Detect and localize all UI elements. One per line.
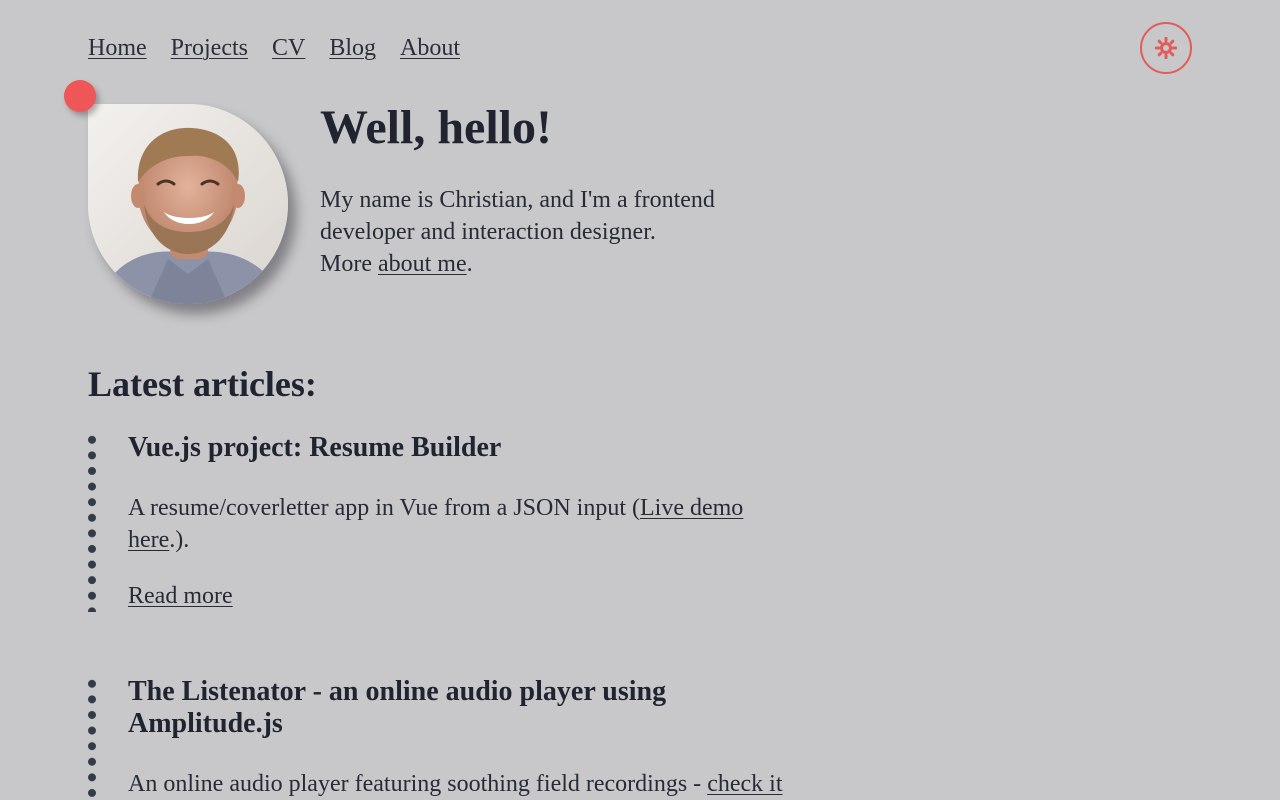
check-it-link[interactable]: check it — [707, 771, 782, 797]
theme-toggle-button[interactable] — [1140, 22, 1192, 74]
more-prefix: More — [320, 251, 378, 277]
avatar-container — [64, 80, 288, 304]
intro-text: My name is Christian, and I'm a frontend… — [320, 184, 740, 280]
article-item: The Listenator - an online audio player … — [88, 676, 808, 800]
article-content: Vue.js project: Resume Builder A resume/… — [128, 432, 808, 612]
article-title: The Listenator - an online audio player … — [128, 676, 667, 739]
nav-blog[interactable]: Blog — [329, 32, 376, 64]
main-nav: Home Projects CV Blog About — [88, 32, 460, 64]
article-summary-suffix: .). — [169, 527, 190, 553]
article-title: Vue.js project: Resume Builder — [128, 432, 502, 463]
nav-cv[interactable]: CV — [272, 32, 305, 64]
article-summary: A resume/coverletter app in Vue from a J… — [128, 492, 808, 556]
article-dots-decoration — [88, 676, 96, 800]
latest-articles-heading: Latest articles: — [88, 364, 317, 404]
intro-sentence: My name is Christian, and I'm a frontend… — [320, 187, 715, 245]
article-dots-decoration — [88, 432, 96, 612]
sun-icon — [1155, 37, 1177, 59]
page-title: Well, hello! — [320, 101, 552, 154]
article-summary: An online audio player featuring soothin… — [128, 768, 808, 800]
more-suffix: . — [466, 251, 473, 277]
nav-home[interactable]: Home — [88, 32, 147, 64]
article-content: The Listenator - an online audio player … — [128, 676, 808, 800]
article-summary-text: An online audio player featuring soothin… — [128, 771, 708, 797]
article-summary-text: A resume/coverletter app in Vue from a J… — [128, 495, 640, 521]
nav-projects[interactable]: Projects — [171, 32, 248, 64]
article-item: Vue.js project: Resume Builder A resume/… — [88, 432, 808, 612]
decorative-dot — [64, 80, 96, 112]
read-more-link[interactable]: Read more — [128, 583, 233, 609]
avatar — [88, 104, 288, 304]
about-me-link[interactable]: about me — [378, 251, 467, 277]
nav-about[interactable]: About — [400, 32, 460, 64]
avatar-portrait-image — [88, 104, 288, 304]
read-more-row: Read more — [128, 580, 808, 612]
